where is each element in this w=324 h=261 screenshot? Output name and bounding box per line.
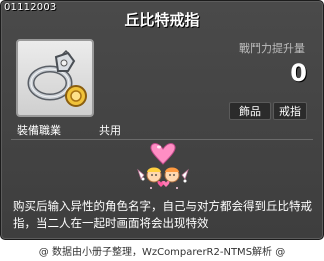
job-label: 裝備職業 xyxy=(17,124,61,137)
item-tooltip: 01112003 丘比特戒指 戰鬥力提升量 0 飾品 戒指 裝備職業 共用 购买… xyxy=(0,0,324,240)
category-tag-ring: 戒指 xyxy=(273,102,307,120)
item-description: 购买后输入异性的角色名字，自己与对方都会得到丘比特戒指，当二人在一起时画面将会出… xyxy=(13,199,312,230)
ring-icon xyxy=(27,49,87,107)
couple-heart-effect-icon xyxy=(137,143,189,189)
category-tag-accessory: 飾品 xyxy=(229,102,271,120)
attack-increase-label: 戰鬥力提升量 xyxy=(239,42,305,55)
divider xyxy=(11,139,313,140)
footer-credit: @ 数据由小册子整理，WzComparerR2-NTMS解析 @ xyxy=(38,247,286,258)
item-name: 丘比特戒指 xyxy=(124,11,200,29)
item-icon-frame xyxy=(16,39,94,117)
job-value: 共用 xyxy=(99,124,121,137)
attack-increase-value: 0 xyxy=(290,59,307,87)
